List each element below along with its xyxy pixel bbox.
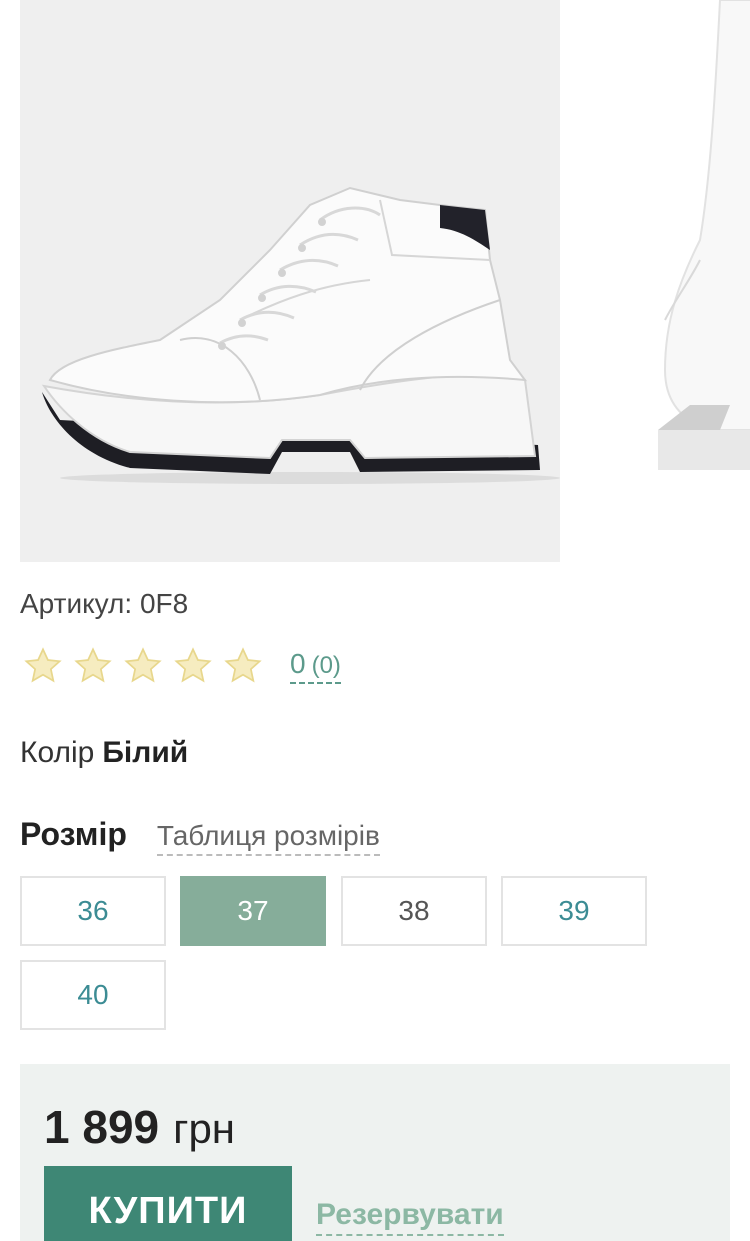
- reviews-count: (0): [311, 652, 341, 679]
- size-option-37[interactable]: 37: [180, 876, 326, 946]
- white-sneaker-icon: [20, 0, 560, 562]
- star-icon[interactable]: [122, 645, 164, 687]
- color-value: Білий: [102, 736, 189, 769]
- product-page: Артикул: 0F8 0 (0) Колір Білий Розмір Таб…: [0, 0, 750, 1241]
- size-option-38[interactable]: 38: [341, 876, 487, 946]
- size-table-link[interactable]: Таблиця розмірів: [156, 820, 380, 856]
- color-row: Колір Білий: [20, 736, 188, 770]
- rating: 0 (0): [22, 644, 341, 688]
- buy-button[interactable]: КУПИТИ: [44, 1166, 292, 1241]
- star-icon[interactable]: [72, 645, 114, 687]
- price-amount: 1 899: [44, 1101, 160, 1153]
- color-label: Колір: [20, 736, 95, 769]
- reserve-link[interactable]: Резервувати: [316, 1198, 504, 1236]
- gallery-slide-1[interactable]: [20, 0, 560, 562]
- article-number: Артикул: 0F8: [20, 588, 188, 620]
- gallery-slide-2[interactable]: [570, 0, 750, 562]
- size-option-40[interactable]: 40: [20, 960, 166, 1030]
- rating-score: 0: [290, 648, 306, 679]
- white-boot-icon: [570, 0, 750, 562]
- price: 1 899 грн: [44, 1100, 235, 1154]
- size-option-39[interactable]: 39: [501, 876, 647, 946]
- star-icon[interactable]: [172, 645, 214, 687]
- article-value: 0F8: [139, 588, 189, 619]
- size-title: Розмір: [20, 816, 127, 852]
- size-option-36[interactable]: 36: [20, 876, 166, 946]
- star-icon[interactable]: [22, 645, 64, 687]
- star-icon[interactable]: [222, 645, 264, 687]
- purchase-box: 1 899 грн КУПИТИ Резервувати: [20, 1064, 730, 1241]
- article-label: Артикул:: [20, 588, 133, 619]
- reviews-link[interactable]: 0 (0): [290, 648, 341, 684]
- product-gallery[interactable]: [0, 0, 750, 562]
- price-currency: грн: [173, 1105, 235, 1152]
- size-header: Розмір Таблиця розмірів: [20, 816, 380, 856]
